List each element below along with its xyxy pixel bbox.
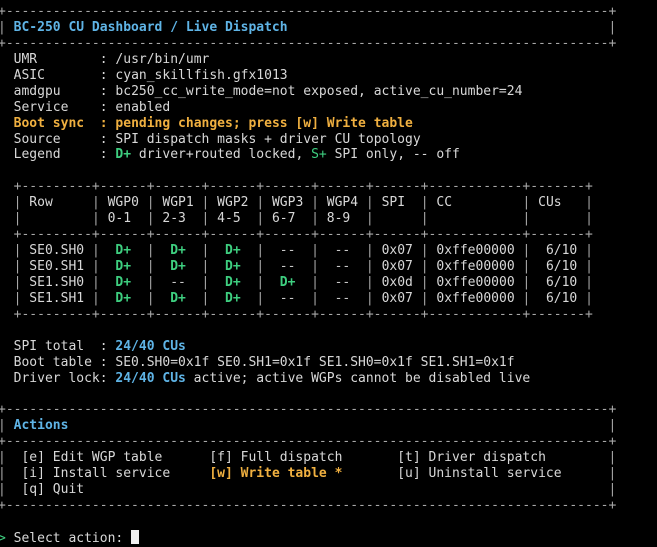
table-cell-cus: 6/10 — [530, 259, 586, 274]
table-cell-row: SE1.SH1 — [21, 290, 92, 306]
actions-title: Actions — [13, 418, 69, 434]
table-cell-row: SE1.SH0 — [21, 274, 92, 290]
table-cell-wgp: D+ — [99, 259, 147, 274]
table-cell-wgp: D+ — [209, 274, 257, 290]
summary-driver-lock: Driver lock: 24/40 CUs active; active WG… — [13, 370, 531, 386]
action-write-table[interactable]: [w] Write table * — [202, 466, 342, 481]
table-header-wgp2: WGP2 — [209, 195, 257, 211]
table-row: | SE1.SH0 | D+ | -- | D+ | D+ | -- | 0x0… — [0, 274, 593, 290]
actions-header: | Actions | — [0, 418, 617, 434]
action-edit-wgp-table[interactable]: [e] Edit WGP table — [14, 450, 162, 465]
table-header-cus: CUs — [530, 195, 586, 211]
table-cell-wgp: D+ — [154, 259, 202, 274]
table-cell-cus: 6/10 — [530, 243, 586, 259]
action-driver-dispatch[interactable]: [t] Driver dispatch — [389, 450, 546, 465]
table-cell-cc: 0xffe00000 — [428, 259, 523, 274]
table-cell-wgp: D+ — [154, 290, 202, 306]
actions-row: | [i] Install service [w] Write table * … — [0, 466, 617, 482]
action-quit[interactable]: [q] Quit — [14, 482, 84, 497]
table-cell-wgp: -- — [318, 290, 366, 306]
table-cell-wgp: D+ — [154, 243, 202, 259]
actions-row: | [q] Quit | — [0, 482, 617, 498]
table-subheader: 4-5 — [209, 211, 257, 227]
table-cell-wgp: D+ — [99, 274, 147, 290]
info-asic: ASIC : cyan_skillfish.gfx1013 — [13, 67, 288, 83]
table-header-cc: CC — [428, 195, 523, 211]
table-cell-row: SE0.SH1 — [21, 259, 92, 274]
window-title: BC-250 CU Dashboard / Live Dispatch — [13, 19, 288, 35]
table-cell-row: SE0.SH0 — [21, 243, 92, 259]
table-cell-wgp: -- — [264, 243, 312, 259]
info-bootsync: Boot sync : pending changes; press [w] W… — [13, 115, 413, 131]
table-cell-wgp: -- — [264, 290, 312, 306]
table-row: | SE1.SH1 | D+ | D+ | D+ | -- | -- | 0x0… — [0, 290, 593, 306]
table-cell-wgp: D+ — [209, 259, 257, 274]
actions-border-mid: +---------------------------------------… — [0, 434, 617, 450]
actions-border-bottom: +---------------------------------------… — [0, 498, 617, 514]
table-header-wgp0: WGP0 — [99, 195, 147, 211]
table-cell-cus: 6/10 — [530, 290, 586, 306]
table-cell-wgp: D+ — [264, 274, 312, 290]
table-subheader: 0-1 — [99, 211, 147, 227]
table-header-spi: SPI — [373, 195, 421, 211]
command-prompt[interactable]: > Select action: — [0, 529, 657, 546]
table-cell-wgp: D+ — [209, 243, 257, 259]
table-row: | SE0.SH1 | D+ | D+ | D+ | -- | -- | 0x0… — [0, 259, 593, 274]
action-install-service[interactable]: [i] Install service — [14, 466, 170, 481]
table-cell-cc: 0xffe00000 — [428, 243, 523, 259]
table-cell-wgp: D+ — [209, 290, 257, 306]
action-full-dispatch[interactable]: [f] Full dispatch — [202, 450, 342, 465]
table-header-wgp1: WGP1 — [154, 195, 202, 211]
table-cell-wgp: -- — [318, 274, 366, 290]
table-cell-spi: 0x07 — [373, 290, 421, 306]
action-uninstall-service[interactable]: [u] Uninstall service — [389, 466, 561, 481]
table-cell-wgp: -- — [264, 259, 312, 274]
table-cell-spi: 0x07 — [373, 259, 421, 274]
info-source: Source : SPI dispatch masks + driver CU … — [13, 131, 421, 147]
table-subheader-row: | | 0-1 | 2-3 | 4-5 | 6-7 | 8-9 | | | | — [0, 211, 593, 227]
table-cell-wgp: D+ — [99, 243, 147, 259]
table-cell-cc: 0xffe00000 — [428, 290, 523, 306]
summary-spi-total: SPI total : 24/40 CUs — [13, 338, 186, 354]
table-header-row: | Row | WGP0 | WGP1 | WGP2 | WGP3 | WGP4… — [0, 195, 593, 211]
summary-boot-table: Boot table : SE0.SH0=0x1f SE0.SH1=0x1f S… — [13, 354, 515, 370]
table-header-wgp3: WGP3 — [264, 195, 312, 211]
text-cursor[interactable] — [131, 529, 140, 544]
table-subheader — [429, 211, 523, 226]
table-border-bottom: +---------+------+------+------+------+-… — [0, 306, 593, 322]
table-cell-wgp: -- — [318, 259, 366, 274]
table-subheader — [21, 211, 91, 226]
table-subheader: 6-7 — [264, 211, 312, 227]
table-cell-wgp: -- — [318, 243, 366, 259]
header-border-top: +---------------------------------------… — [0, 4, 617, 19]
info-legend: Legend : D+ driver+routed locked, S+ SPI… — [13, 147, 460, 163]
table-subheader — [374, 211, 421, 226]
table-subheader — [530, 211, 585, 226]
info-umr: UMR : /usr/bin/umr — [13, 51, 210, 67]
wgp-table: +---------+------+------+------+------+-… — [0, 179, 657, 322]
info-amdgpu: amdgpu : bc250_cc_write_mode=not exposed… — [13, 83, 523, 99]
table-subheader: 8-9 — [318, 211, 366, 227]
table-header-wgp4: WGP4 — [318, 195, 366, 211]
table-cell-wgp: D+ — [99, 290, 147, 306]
header-row: | BC-250 CU Dashboard / Live Dispatch | — [0, 19, 617, 35]
table-cell-spi: 0x07 — [373, 243, 421, 259]
header-border-bottom: +---------------------------------------… — [0, 35, 617, 51]
table-cell-cus: 6/10 — [530, 274, 586, 290]
actions-row: | [e] Edit WGP table [f] Full dispatch [… — [0, 450, 617, 466]
table-cell-cc: 0xffe00000 — [428, 274, 523, 290]
prompt-label: Select action: — [5, 530, 132, 546]
info-service: Service : enabled — [13, 99, 171, 115]
table-header-row: Row — [21, 195, 92, 211]
table-row: | SE0.SH0 | D+ | D+ | D+ | -- | -- | 0x0… — [0, 243, 593, 259]
terminal: +---------------------------------------… — [0, 0, 657, 546]
table-subheader: 2-3 — [154, 211, 202, 227]
actions-border-top: +---------------------------------------… — [0, 402, 617, 418]
table-border-mid: +---------+------+------+------+------+-… — [0, 227, 593, 243]
table-border-top: +---------+------+------+------+------+-… — [0, 179, 593, 195]
table-cell-spi: 0x0d — [373, 274, 421, 290]
table-cell-wgp: -- — [154, 274, 202, 290]
